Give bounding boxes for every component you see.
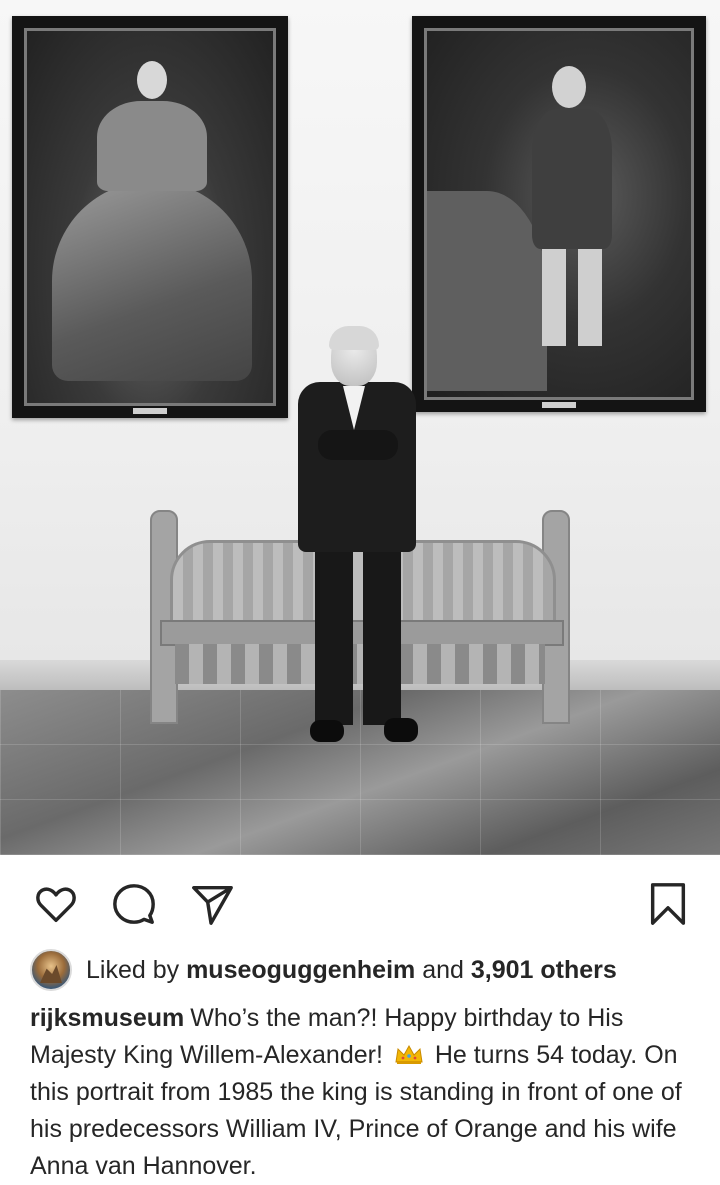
like-button[interactable] <box>30 878 82 930</box>
painting-left-frame <box>12 16 288 418</box>
boy-legs <box>315 545 401 725</box>
likes-and: and <box>422 955 464 984</box>
painting-right-frame <box>412 16 706 412</box>
boy-hair <box>329 326 379 350</box>
paper-plane-icon <box>192 885 233 925</box>
painting-right-plaque <box>542 402 576 408</box>
painting-right-canvas <box>424 28 694 400</box>
post-caption: rijksmuseum Who’s the man?! Happy birthda… <box>30 1000 700 1185</box>
post-action-bar <box>0 855 720 945</box>
likes-row: Liked by museoguggenheim and 3,901 other… <box>30 949 690 991</box>
likes-prefix: Liked by <box>86 955 180 984</box>
post-photo[interactable] <box>0 0 720 855</box>
share-button[interactable] <box>186 878 238 930</box>
painting-lady-dress <box>52 181 252 381</box>
heart-outline-icon <box>36 887 76 923</box>
save-button[interactable] <box>642 878 694 930</box>
caption-username[interactable]: rijksmuseum <box>30 1004 184 1032</box>
painting-lady-head <box>137 61 167 99</box>
painting-drape <box>427 191 547 391</box>
painting-man-body <box>532 109 612 249</box>
painting-lady-body <box>97 101 207 191</box>
painting-man-legs <box>542 246 602 346</box>
liker-avatar[interactable] <box>30 949 72 991</box>
painting-left-canvas <box>24 28 276 406</box>
likes-count[interactable]: 3,901 others <box>471 956 617 985</box>
boy-folded-arms <box>318 430 398 460</box>
crown-emoji-icon <box>395 1044 423 1064</box>
bookmark-icon <box>650 883 686 925</box>
boy-shoe-left <box>310 720 344 742</box>
painting-left-plaque <box>133 408 167 414</box>
comment-bubble-icon <box>113 884 155 924</box>
comment-button[interactable] <box>108 878 160 930</box>
painting-man-head <box>552 66 586 108</box>
liker-username[interactable]: museoguggenheim <box>186 956 415 985</box>
boy-shoe-right <box>384 718 418 742</box>
